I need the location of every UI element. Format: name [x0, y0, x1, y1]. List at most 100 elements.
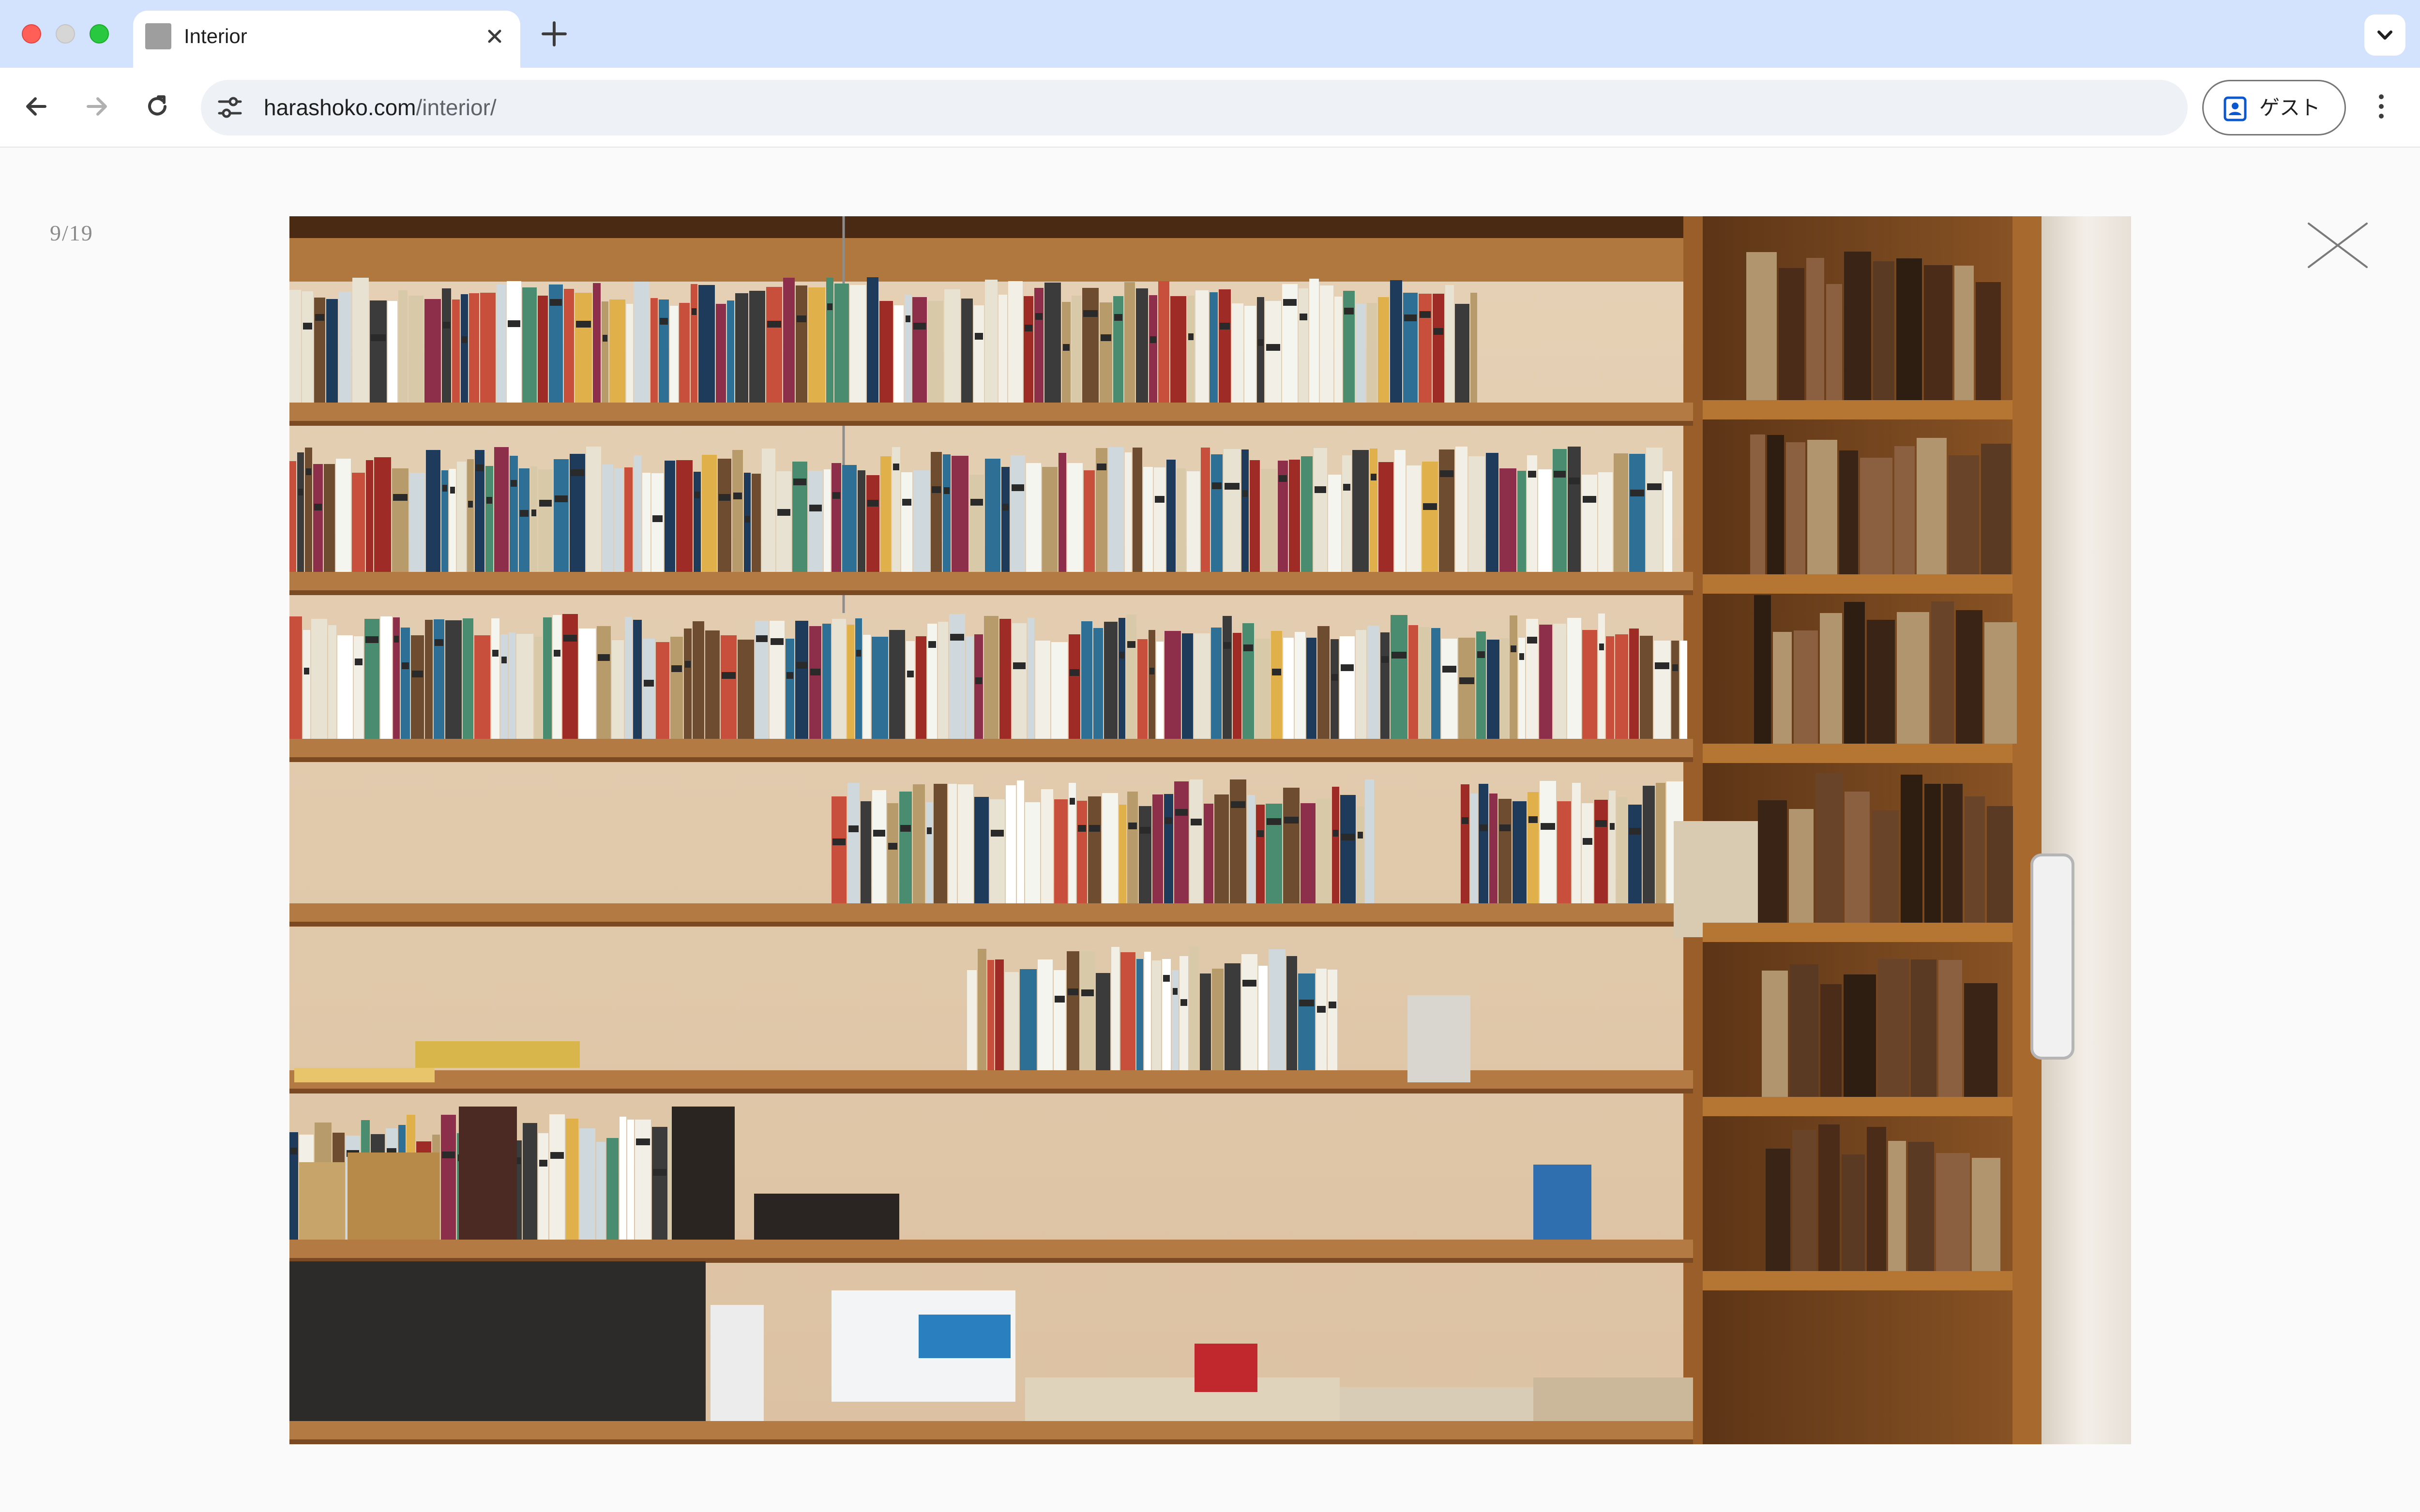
book-label: [1279, 475, 1287, 482]
old-book-spine: [1976, 282, 2001, 400]
red-box: [1195, 1344, 1257, 1392]
book-spine: [1072, 296, 1081, 403]
old-book-spine: [1746, 252, 1777, 400]
old-book-spine: [1767, 435, 1784, 574]
book-label: [550, 299, 562, 306]
book-label: [290, 1148, 297, 1154]
book-spine: [1174, 781, 1189, 903]
book-spine: [1628, 805, 1642, 903]
old-book-spine: [1878, 959, 1909, 1097]
browser-tab-active[interactable]: Interior: [133, 11, 520, 68]
address-bar[interactable]: harashoko.com/interior/: [201, 80, 2188, 135]
book-label: [653, 1169, 666, 1176]
book-spine: [449, 469, 456, 572]
book-spine: [1455, 447, 1467, 572]
book-spine: [522, 287, 537, 403]
book-label: [1477, 651, 1485, 658]
guest-label: ゲスト: [2259, 96, 2321, 119]
book-spine: [783, 278, 795, 403]
book-spine: [735, 293, 748, 403]
book-spine: [1093, 628, 1103, 739]
book-label: [777, 509, 790, 516]
book-spine: [969, 475, 984, 572]
book-label: [1081, 989, 1094, 996]
book-label: [1258, 339, 1263, 346]
book-label: [1499, 824, 1511, 831]
window-zoom-button[interactable]: [90, 24, 109, 44]
book-spine: [1044, 283, 1061, 403]
url-text[interactable]: harashoko.com/interior/: [264, 80, 497, 135]
book-spine: [326, 299, 338, 403]
book-spine: [1088, 796, 1101, 903]
guest-profile-button[interactable]: ゲスト: [2202, 80, 2346, 135]
old-book-spine: [1807, 440, 1837, 574]
book-spine: [643, 639, 655, 739]
old-book-spine: [1773, 632, 1792, 744]
book-spine: [1113, 296, 1123, 403]
window-close-button[interactable]: [22, 24, 41, 44]
book-spine: [901, 472, 912, 572]
book-label: [636, 1138, 650, 1145]
book-spine: [1081, 621, 1092, 739]
book-label: [644, 680, 654, 687]
book-spine: [1250, 460, 1260, 572]
book-spine: [1067, 463, 1083, 572]
book-spine: [1080, 951, 1095, 1070]
book-spine: [1643, 786, 1655, 903]
site-info-tune-icon[interactable]: [215, 93, 244, 122]
book-spine: [553, 615, 561, 739]
book-spine: [1038, 959, 1053, 1070]
book-spine: [324, 464, 335, 572]
new-tab-plus-icon[interactable]: [540, 17, 569, 51]
book-label: [1300, 314, 1307, 320]
book-label: [443, 322, 450, 329]
vase: [348, 1153, 439, 1240]
book-label: [476, 464, 484, 471]
hat: [754, 1194, 899, 1240]
window-minimize-button[interactable]: [56, 24, 75, 44]
book-label: [1519, 653, 1524, 660]
book-label: [722, 672, 736, 679]
book-label: [950, 634, 964, 641]
book-spine: [1127, 792, 1138, 903]
book-spine: [1011, 455, 1025, 572]
book-spine: [808, 287, 825, 403]
book-label: [298, 489, 303, 495]
back-arrow-icon[interactable]: [17, 87, 56, 126]
book-spine: [370, 300, 387, 403]
book-label: [1012, 484, 1024, 491]
kebab-menu-icon[interactable]: [2362, 87, 2401, 126]
book-label: [1629, 828, 1641, 835]
book-label: [685, 661, 691, 668]
book-label: [1599, 644, 1604, 650]
book-label: [944, 487, 950, 494]
tab-close-icon[interactable]: [482, 23, 508, 49]
book-label: [1541, 823, 1555, 830]
book-spine: [1500, 638, 1509, 739]
book-spine: [1164, 794, 1173, 903]
book-spine: [593, 283, 601, 403]
book-spine: [679, 303, 690, 403]
book-spine: [354, 636, 363, 739]
book-spine: [491, 618, 499, 739]
old-book-spine: [1867, 620, 1895, 744]
book-spine: [1144, 952, 1151, 1070]
tab-search-chevron-down-icon[interactable]: [2364, 15, 2405, 56]
book-label: [856, 650, 861, 657]
forward-arrow-icon[interactable]: [77, 87, 116, 126]
old-book-spine: [1820, 984, 1842, 1097]
book-spine: [1539, 625, 1552, 739]
book-spine: [523, 1123, 537, 1240]
book-label: [1025, 325, 1032, 331]
reload-icon[interactable]: [138, 87, 177, 126]
book-spine: [858, 470, 865, 572]
book-spine: [928, 301, 943, 403]
book-label: [1610, 823, 1615, 830]
lightbox-close-x-icon[interactable]: [2304, 221, 2372, 269]
book-spine: [314, 298, 325, 403]
book-label: [970, 499, 983, 506]
book-label: [1462, 817, 1468, 824]
book-spine: [562, 614, 578, 739]
white-horse-head: [711, 1305, 764, 1421]
book-label: [1163, 975, 1170, 982]
